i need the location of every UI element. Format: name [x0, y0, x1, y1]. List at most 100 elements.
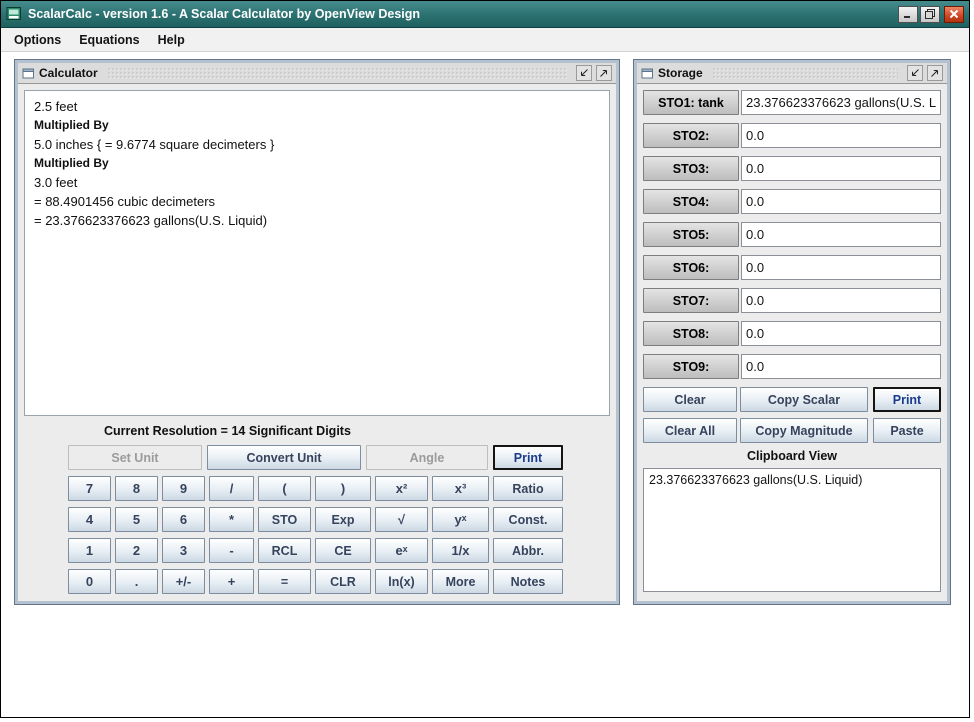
sto2-field[interactable] — [741, 123, 941, 148]
notes-button[interactable]: Notes — [493, 569, 563, 594]
key-plus-minus[interactable]: +/- — [162, 569, 205, 594]
frame-restore-button[interactable] — [576, 65, 592, 81]
display-line: 2.5 feet — [34, 97, 600, 116]
copy-scalar-button[interactable]: Copy Scalar — [740, 387, 868, 412]
print-button[interactable]: Print — [493, 445, 563, 470]
set-unit-button[interactable]: Set Unit — [68, 445, 202, 470]
key-y-pow-x[interactable]: yˣ — [432, 507, 489, 532]
calculator-keypad: 7 8 9 / ( ) x² x³ Ratio 4 5 6 * STO Exp … — [68, 476, 610, 594]
key-1[interactable]: 1 — [68, 538, 111, 563]
menu-bar: Options Equations Help — [1, 28, 969, 52]
key-8[interactable]: 8 — [115, 476, 158, 501]
storage-frame-title: Storage — [658, 66, 703, 80]
key-sqrt[interactable]: √ — [375, 507, 428, 532]
paste-button[interactable]: Paste — [873, 418, 941, 443]
sto4-field[interactable] — [741, 189, 941, 214]
window-titlebar[interactable]: ScalarCalc - version 1.6 - A Scalar Calc… — [1, 1, 969, 28]
frame-maximize-button[interactable] — [927, 65, 943, 81]
clear-button[interactable]: Clear — [643, 387, 737, 412]
key-0[interactable]: 0 — [68, 569, 111, 594]
storage-frame: Storage STO1: tank STO2: — [634, 60, 950, 604]
storage-slot-row: STO8: — [643, 321, 941, 346]
display-line: Multiplied By — [34, 154, 600, 173]
calculator-body: 2.5 feet Multiplied By 5.0 inches { = 9.… — [18, 84, 616, 600]
frame-restore-button[interactable] — [907, 65, 923, 81]
sto8-button[interactable]: STO8: — [643, 321, 739, 346]
rcl-button[interactable]: RCL — [258, 538, 311, 563]
key-2[interactable]: 2 — [115, 538, 158, 563]
desktop: Calculator 2.5 feet Multiplied By 5.0 in… — [1, 52, 969, 717]
key-5[interactable]: 5 — [115, 507, 158, 532]
sto8-field[interactable] — [741, 321, 941, 346]
ce-button[interactable]: CE — [315, 538, 371, 563]
storage-titlebar[interactable]: Storage — [637, 63, 947, 84]
key-left-paren[interactable]: ( — [258, 476, 311, 501]
sto4-button[interactable]: STO4: — [643, 189, 739, 214]
calculator-frame: Calculator 2.5 feet Multiplied By 5.0 in… — [15, 60, 619, 604]
sto1-button[interactable]: STO1: tank — [643, 90, 739, 115]
key-subtract[interactable]: - — [209, 538, 254, 563]
maximize-button[interactable] — [920, 6, 940, 23]
window-title: ScalarCalc - version 1.6 - A Scalar Calc… — [28, 7, 420, 21]
storage-slot-row: STO6: — [643, 255, 941, 280]
sto9-field[interactable] — [741, 354, 941, 379]
key-multiply[interactable]: * — [209, 507, 254, 532]
clear-all-button[interactable]: Clear All — [643, 418, 737, 443]
sto6-button[interactable]: STO6: — [643, 255, 739, 280]
key-4[interactable]: 4 — [68, 507, 111, 532]
ln-button[interactable]: ln(x) — [375, 569, 428, 594]
key-reciprocal[interactable]: 1/x — [432, 538, 489, 563]
storage-print-button[interactable]: Print — [873, 387, 941, 412]
sto-button[interactable]: STO — [258, 507, 311, 532]
key-x-squared[interactable]: x² — [375, 476, 428, 501]
convert-unit-button[interactable]: Convert Unit — [207, 445, 361, 470]
display-line: = 88.4901456 cubic decimeters — [34, 192, 600, 211]
ratio-button[interactable]: Ratio — [493, 476, 563, 501]
display-line: Multiplied By — [34, 116, 600, 135]
calculator-titlebar[interactable]: Calculator — [18, 63, 616, 84]
exp-button[interactable]: Exp — [315, 507, 371, 532]
calculator-top-buttons: Set Unit Convert Unit Angle Print — [68, 445, 610, 470]
abbr-button[interactable]: Abbr. — [493, 538, 563, 563]
key-7[interactable]: 7 — [68, 476, 111, 501]
const-button[interactable]: Const. — [493, 507, 563, 532]
titlebar-texture — [712, 67, 898, 80]
clipboard-view[interactable]: 23.376623376623 gallons(U.S. Liquid) — [643, 468, 941, 592]
key-divide[interactable]: / — [209, 476, 254, 501]
key-right-paren[interactable]: ) — [315, 476, 371, 501]
sto3-field[interactable] — [741, 156, 941, 181]
sto7-button[interactable]: STO7: — [643, 288, 739, 313]
sto5-field[interactable] — [741, 222, 941, 247]
key-6[interactable]: 6 — [162, 507, 205, 532]
sto1-field[interactable] — [741, 90, 941, 115]
resolution-label: Current Resolution = 14 Significant Digi… — [104, 424, 610, 438]
storage-actions-row1: Clear Copy Scalar Print — [643, 387, 941, 412]
sto2-button[interactable]: STO2: — [643, 123, 739, 148]
key-x-cubed[interactable]: x³ — [432, 476, 489, 501]
equals-button[interactable]: = — [258, 569, 311, 594]
angle-button[interactable]: Angle — [366, 445, 488, 470]
key-3[interactable]: 3 — [162, 538, 205, 563]
sto7-field[interactable] — [741, 288, 941, 313]
calculator-frame-title: Calculator — [39, 66, 98, 80]
sto9-button[interactable]: STO9: — [643, 354, 739, 379]
app-icon — [6, 6, 22, 22]
copy-magnitude-button[interactable]: Copy Magnitude — [740, 418, 868, 443]
sto3-button[interactable]: STO3: — [643, 156, 739, 181]
minimize-button[interactable] — [898, 6, 918, 23]
window-controls — [898, 6, 964, 23]
key-decimal[interactable]: . — [115, 569, 158, 594]
frame-maximize-button[interactable] — [596, 65, 612, 81]
key-9[interactable]: 9 — [162, 476, 205, 501]
key-e-pow-x[interactable]: eˣ — [375, 538, 428, 563]
clr-button[interactable]: CLR — [315, 569, 371, 594]
close-button[interactable] — [944, 6, 964, 23]
storage-slot-row: STO4: — [643, 189, 941, 214]
sto6-field[interactable] — [741, 255, 941, 280]
sto5-button[interactable]: STO5: — [643, 222, 739, 247]
more-button[interactable]: More — [432, 569, 489, 594]
key-add[interactable]: + — [209, 569, 254, 594]
menu-help[interactable]: Help — [149, 30, 194, 50]
menu-options[interactable]: Options — [5, 30, 70, 50]
menu-equations[interactable]: Equations — [70, 30, 148, 50]
